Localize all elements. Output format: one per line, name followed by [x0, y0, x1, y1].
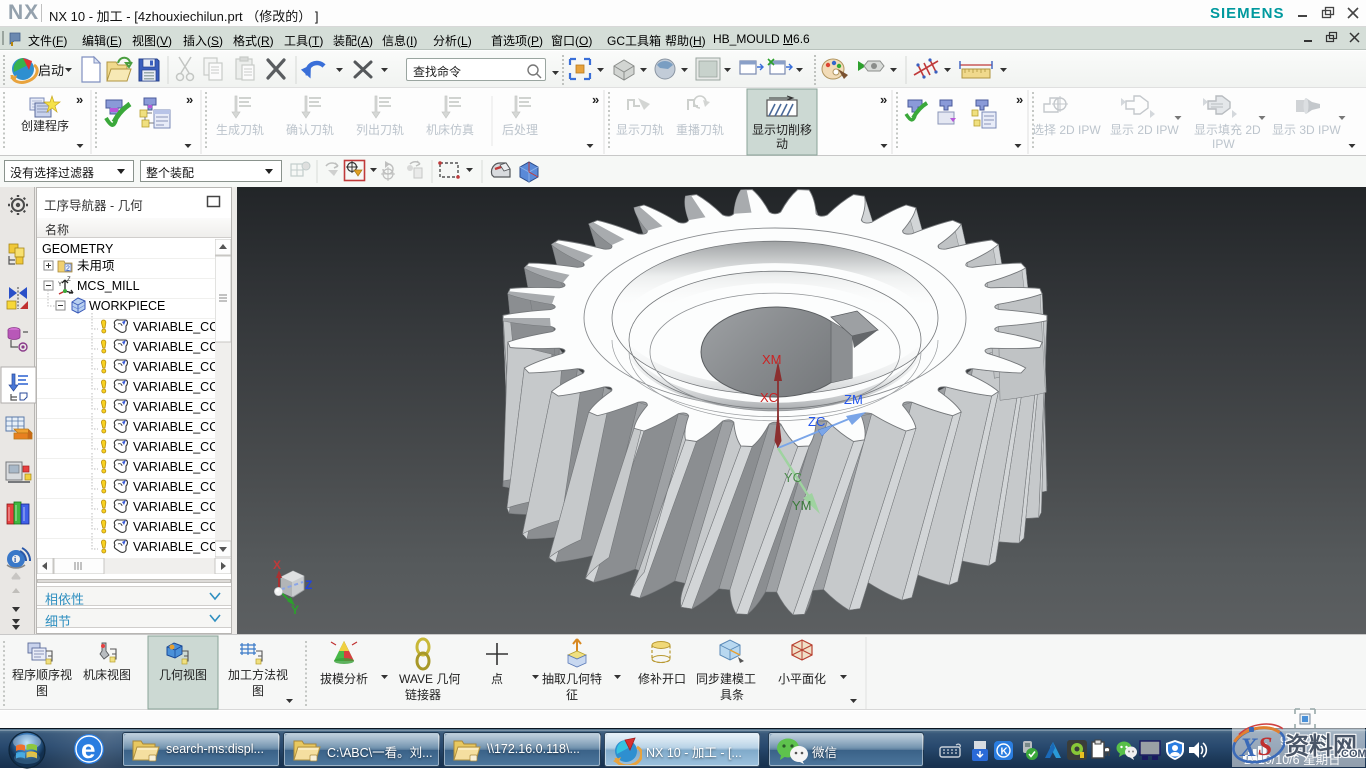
svg-text:列出刀轨: 列出刀轨 — [356, 123, 404, 137]
svg-text:»: » — [592, 92, 599, 107]
svg-text:WAVE 几何: WAVE 几何 — [399, 672, 460, 686]
svg-text:抽取几何特: 抽取几何特 — [542, 671, 602, 686]
svg-text:IPW: IPW — [1212, 137, 1235, 151]
svg-text:»: » — [1016, 92, 1023, 107]
svg-text:显示 2D IPW: 显示 2D IPW — [1110, 123, 1179, 137]
svg-text:X: X — [1239, 733, 1258, 762]
svg-text:创建程序: 创建程序 — [21, 118, 69, 133]
svg-text:S: S — [1258, 732, 1272, 761]
svg-text:程序顺序视: 程序顺序视 — [12, 667, 72, 682]
svg-text:同步建模工: 同步建模工 — [696, 672, 756, 686]
svg-text:启动: 启动 — [38, 63, 64, 78]
svg-text:选择 2D IPW: 选择 2D IPW — [1032, 123, 1101, 137]
svg-text:VARIABLE_CC: VARIABLE_CC — [133, 440, 215, 454]
svg-text:几何视图: 几何视图 — [159, 667, 207, 682]
svg-text:K: K — [1001, 747, 1009, 758]
svg-text:显示填充 2D: 显示填充 2D — [1194, 122, 1261, 137]
svg-text:Y: Y — [291, 603, 299, 617]
svg-text:修补开口: 修补开口 — [638, 671, 686, 686]
svg-text:VARIABLE_CC: VARIABLE_CC — [133, 360, 215, 374]
svg-text:Y: Y — [58, 282, 62, 288]
svg-text:»: » — [76, 92, 83, 107]
svg-text:显示刀轨: 显示刀轨 — [616, 123, 664, 137]
svg-text:VARIABLE_CC: VARIABLE_CC — [133, 460, 215, 474]
svg-text:»: » — [186, 92, 193, 107]
svg-text:机床视图: 机床视图 — [83, 667, 131, 682]
svg-text:Z: Z — [67, 277, 71, 283]
svg-text:小平面化: 小平面化 — [778, 672, 826, 686]
svg-text:VARIABLE_CC: VARIABLE_CC — [133, 340, 215, 354]
svg-text:拔模分析: 拔模分析 — [320, 671, 368, 686]
svg-text:VARIABLE_CC: VARIABLE_CC — [133, 520, 215, 534]
svg-text:加工方法视: 加工方法视 — [228, 667, 288, 682]
svg-text:生成刀轨: 生成刀轨 — [216, 123, 264, 137]
svg-text:VARIABLE_CC: VARIABLE_CC — [133, 500, 215, 514]
svg-text:显示 3D IPW: 显示 3D IPW — [1272, 123, 1341, 137]
svg-text:确认刀轨: 确认刀轨 — [286, 123, 334, 137]
svg-text:后处理: 后处理 — [502, 123, 538, 137]
svg-text:具条: 具条 — [720, 688, 744, 702]
svg-text:X: X — [273, 558, 281, 572]
svg-text:VARIABLE_CC: VARIABLE_CC — [133, 540, 215, 554]
svg-text:GEOMETRY: GEOMETRY — [42, 242, 114, 256]
svg-text:图: 图 — [36, 684, 48, 698]
svg-text:VARIABLE_CC: VARIABLE_CC — [133, 480, 215, 494]
svg-text:点: 点 — [491, 672, 503, 686]
svg-text:链接器: 链接器 — [405, 687, 441, 702]
svg-text:重播刀轨: 重播刀轨 — [676, 123, 724, 137]
svg-text:e: e — [81, 734, 95, 764]
svg-text:图: 图 — [252, 684, 264, 698]
svg-text:Z: Z — [305, 578, 312, 592]
svg-text:征: 征 — [566, 688, 578, 702]
svg-text:显示切削移: 显示切削移 — [752, 123, 812, 137]
svg-text:VARIABLE_CC: VARIABLE_CC — [133, 420, 215, 434]
svg-text:VARIABLE_CC: VARIABLE_CC — [133, 400, 215, 414]
svg-text:2: 2 — [66, 266, 70, 273]
svg-text:»: » — [880, 92, 887, 107]
svg-text:VARIABLE_CC: VARIABLE_CC — [133, 380, 215, 394]
svg-text:动: 动 — [776, 137, 788, 151]
svg-text:机床仿真: 机床仿真 — [426, 123, 474, 137]
svg-text:未用项: 未用项 — [77, 259, 115, 273]
svg-text:VARIABLE_CC: VARIABLE_CC — [133, 320, 215, 334]
svg-text:MCS_MILL: MCS_MILL — [77, 279, 140, 293]
svg-text:WORKPIECE: WORKPIECE — [89, 299, 165, 313]
